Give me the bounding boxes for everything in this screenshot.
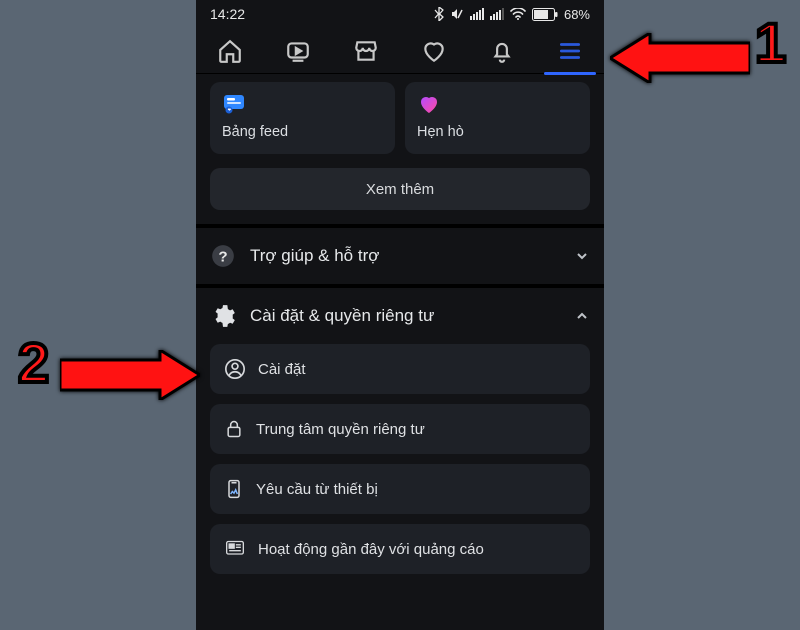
menu-item-privacy-center-label: Trung tâm quyền riêng tư: [256, 421, 425, 438]
annotation-label-1: 1: [755, 10, 786, 75]
menu-item-ad-activity[interactable]: Hoạt động gần đây với quảng cáo: [210, 524, 590, 574]
menu-item-settings[interactable]: Cài đặt: [210, 344, 590, 394]
menu-item-ad-activity-label: Hoạt động gần đây với quảng cáo: [258, 541, 484, 558]
bell-icon: [489, 38, 515, 64]
status-indicators: 68%: [434, 7, 590, 22]
store-icon: [353, 38, 379, 64]
heart-icon: [421, 38, 447, 64]
watch-icon: [285, 38, 311, 64]
signal-icon: [470, 8, 484, 20]
signal2-icon: [490, 8, 504, 20]
tab-watch[interactable]: [268, 28, 328, 74]
bluetooth-icon: [434, 7, 444, 21]
shortcut-dating-label: Hẹn hò: [417, 124, 578, 140]
battery-icon: [532, 8, 558, 21]
menu-item-privacy-center[interactable]: Trung tâm quyền riêng tư: [210, 404, 590, 454]
menu-item-settings-label: Cài đặt: [258, 361, 306, 378]
shortcut-dating[interactable]: Hẹn hò: [405, 82, 590, 154]
section-settings-privacy-row[interactable]: Cài đặt & quyền riêng tư: [210, 288, 590, 344]
section-help-row[interactable]: ? Trợ giúp & hỗ trợ: [210, 228, 590, 284]
tab-marketplace[interactable]: [336, 28, 396, 74]
annotation-arrow-2: [60, 350, 200, 400]
mute-icon: [450, 7, 464, 21]
battery-pct: 68%: [564, 7, 590, 22]
dating-heart-icon: [417, 92, 441, 116]
tab-menu[interactable]: [540, 28, 600, 74]
wifi-icon: [510, 8, 526, 20]
top-tab-bar: [196, 28, 604, 74]
status-time: 14:22: [210, 6, 245, 22]
gear-icon: [210, 303, 236, 329]
menu-item-device-requests[interactable]: Yêu cầu từ thiết bị: [210, 464, 590, 514]
status-bar: 14:22 68%: [196, 0, 604, 28]
shortcut-feed-label: Bảng feed: [222, 124, 383, 140]
menu-item-device-requests-label: Yêu cầu từ thiết bị: [256, 481, 378, 498]
tab-dating[interactable]: [404, 28, 464, 74]
phone-frame: 14:22 68%: [196, 0, 604, 630]
feed-icon: [222, 92, 246, 116]
section-settings-privacy: Cài đặt & quyền riêng tư Cài đặt Trung t…: [196, 288, 604, 574]
home-icon: [217, 38, 243, 64]
section-help: ? Trợ giúp & hỗ trợ: [196, 228, 604, 284]
menu-icon: [557, 38, 583, 64]
see-more-label: Xem thêm: [366, 181, 434, 198]
shortcut-feed[interactable]: Bảng feed: [210, 82, 395, 154]
help-icon: ?: [210, 243, 236, 269]
annotation-label-2: 2: [18, 330, 49, 395]
section-help-label: Trợ giúp & hỗ trợ: [250, 246, 379, 266]
shortcut-grid: Bảng feed Hẹn hò: [196, 74, 604, 154]
see-more-button[interactable]: Xem thêm: [210, 168, 590, 210]
chevron-up-icon: [574, 308, 590, 324]
svg-text:?: ?: [218, 248, 227, 265]
person-gear-icon: [224, 358, 246, 380]
tab-notifications[interactable]: [472, 28, 532, 74]
section-settings-privacy-label: Cài đặt & quyền riêng tư: [250, 306, 434, 326]
ad-activity-icon: [224, 539, 246, 559]
annotation-arrow-1: [610, 33, 750, 83]
tab-home[interactable]: [200, 28, 260, 74]
device-icon: [224, 478, 244, 500]
lock-icon: [224, 418, 244, 440]
chevron-down-icon: [574, 248, 590, 264]
